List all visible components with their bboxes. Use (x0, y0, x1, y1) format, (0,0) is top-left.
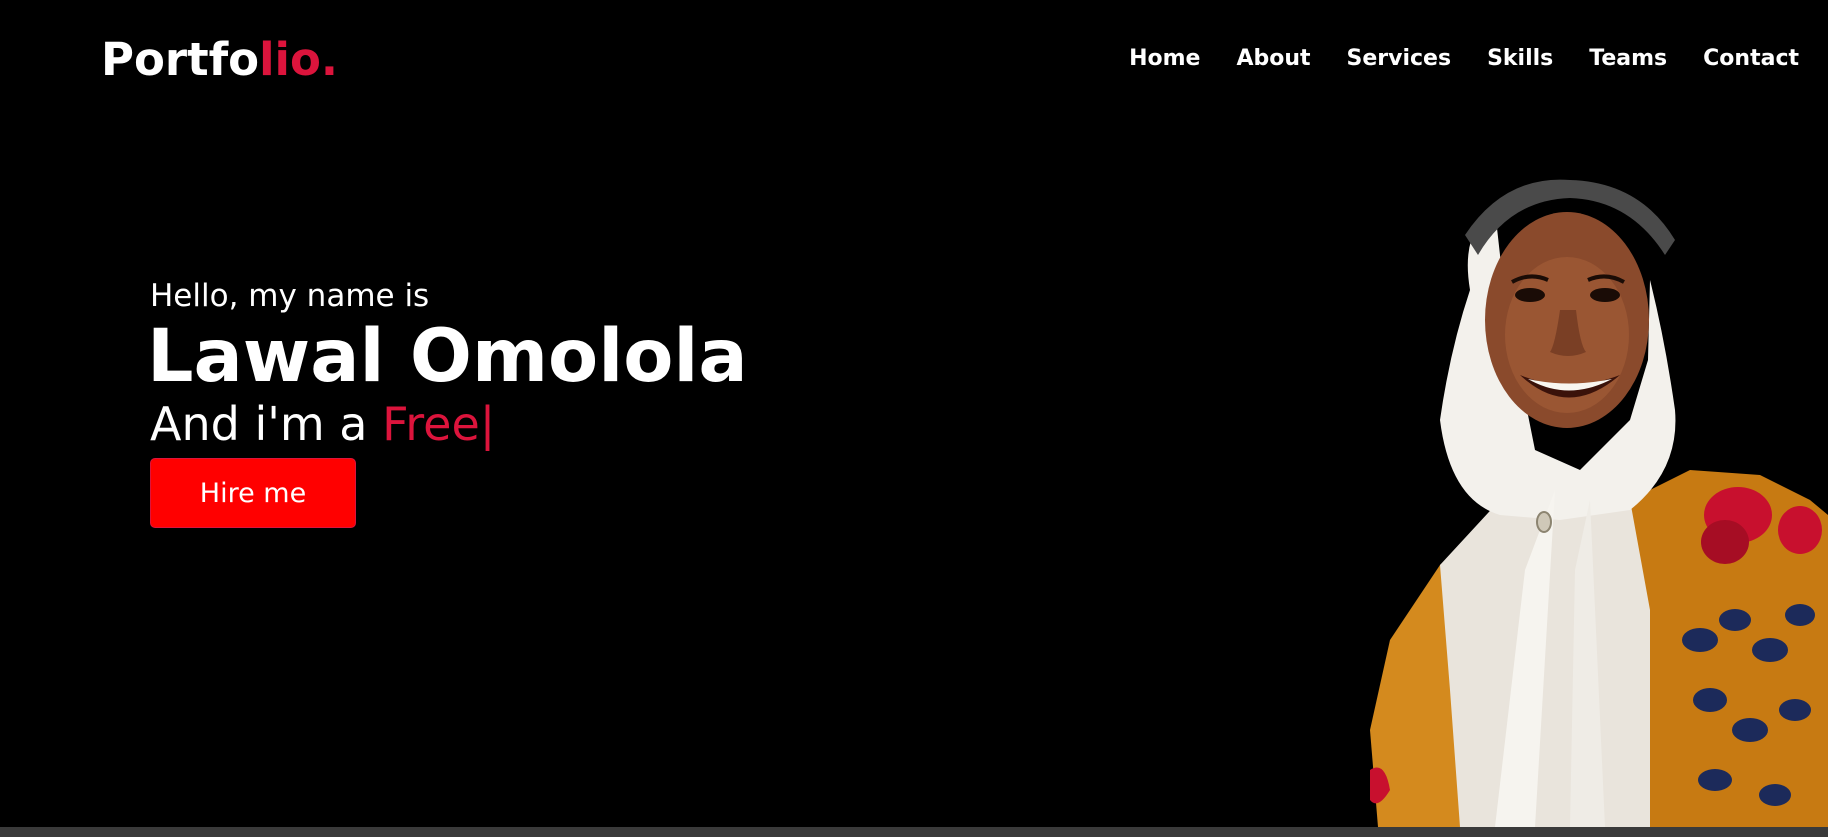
nav-link-teams[interactable]: Teams (1589, 44, 1667, 74)
nav-link-home[interactable]: Home (1129, 44, 1200, 74)
nav-link-about[interactable]: About (1236, 44, 1310, 74)
nav-menu: Home About Services Skills Teams Contact (1093, 44, 1799, 74)
profile-photo (1370, 179, 1828, 827)
nav-link-skills[interactable]: Skills (1487, 44, 1553, 74)
typed-role-text: Free (382, 397, 480, 451)
site-logo[interactable]: Portfolio. (101, 34, 338, 86)
typing-cursor: | (479, 397, 496, 451)
hero-name: Lawal Omolola (147, 314, 748, 399)
tagline-prefix: And i'm a (150, 397, 383, 451)
bottom-scrollbar (0, 827, 1828, 837)
logo-accent-text: lio. (259, 33, 338, 86)
hero-tagline: And i'm a Free| (150, 396, 748, 452)
hero-greeting: Hello, my name is (150, 278, 430, 314)
hero-content: Hello, my name is Lawal Omolola And i'm … (147, 276, 748, 528)
nav-link-services[interactable]: Services (1347, 44, 1452, 74)
navbar: Portfolio. Home About Services Skills Te… (0, 0, 1828, 120)
logo-main-text: Portfo (101, 33, 260, 86)
nav-link-contact[interactable]: Contact (1703, 44, 1799, 74)
portfolio-page: Portfolio. Home About Services Skills Te… (0, 0, 1828, 837)
hire-me-button[interactable]: Hire me (150, 458, 356, 528)
